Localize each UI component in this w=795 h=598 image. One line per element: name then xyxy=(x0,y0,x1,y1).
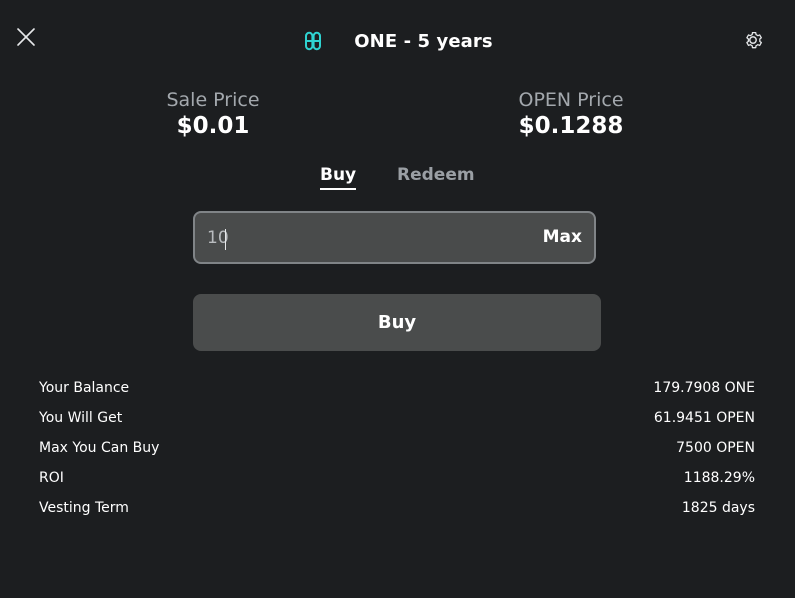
max-button[interactable]: Max xyxy=(543,213,582,262)
modal-header: ONE - 5 years xyxy=(0,28,795,54)
info-row-you-will-get: You Will Get 61.9451 OPEN xyxy=(39,406,755,436)
sale-price-value: $0.01 xyxy=(176,113,250,139)
info-label: Max You Can Buy xyxy=(39,440,160,456)
open-price-label: OPEN Price xyxy=(518,89,624,111)
info-value: 1188.29% xyxy=(683,470,755,486)
tab-redeem[interactable]: Redeem xyxy=(397,163,475,187)
info-value: 179.7908 ONE xyxy=(653,380,755,396)
info-label: ROI xyxy=(39,470,64,486)
info-row-roi: ROI 1188.29% xyxy=(39,466,755,496)
info-row-balance: Your Balance 179.7908 ONE xyxy=(39,376,755,406)
settings-button[interactable] xyxy=(742,29,764,51)
amount-input[interactable] xyxy=(207,213,507,262)
info-value: 1825 days xyxy=(681,500,755,516)
sale-price-label: Sale Price xyxy=(166,89,260,111)
open-price-block: OPEN Price $0.1288 xyxy=(451,88,691,140)
open-price-value: $0.1288 xyxy=(518,113,624,139)
info-label: Your Balance xyxy=(39,380,130,396)
info-value: 7500 OPEN xyxy=(676,440,755,456)
amount-input-container: Max xyxy=(193,211,596,264)
bond-modal: ONE - 5 years Sale Price $0.01 OPEN Pric… xyxy=(0,0,795,598)
info-label: You Will Get xyxy=(39,410,123,426)
info-row-vesting-term: Vesting Term 1825 days xyxy=(39,496,755,526)
info-row-max-you-can-buy: Max You Can Buy 7500 OPEN xyxy=(39,436,755,466)
harmony-one-logo-icon xyxy=(302,30,324,52)
sale-price-block: Sale Price $0.01 xyxy=(93,88,333,140)
gear-icon xyxy=(746,32,762,49)
text-caret xyxy=(225,229,226,250)
bond-info-list: Your Balance 179.7908 ONE You Will Get 6… xyxy=(39,376,755,526)
tab-bar: Buy Redeem xyxy=(0,163,795,191)
info-value: 61.9451 OPEN xyxy=(653,410,755,426)
info-label: Vesting Term xyxy=(39,500,129,516)
buy-button[interactable]: Buy xyxy=(193,294,601,351)
modal-title: ONE - 5 years xyxy=(354,30,493,52)
tab-buy[interactable]: Buy xyxy=(320,163,357,190)
